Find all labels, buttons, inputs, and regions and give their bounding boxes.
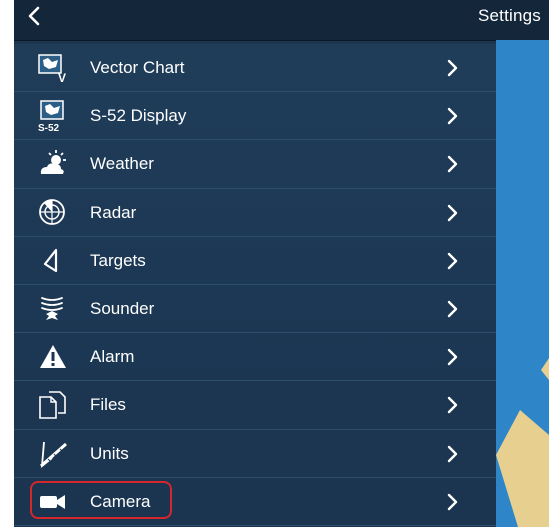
files-icon <box>36 389 70 421</box>
chevron-right-icon <box>447 397 458 414</box>
settings-panel: Settings V Vector Chart S-52 S-52 Displa… <box>14 0 549 527</box>
units-icon <box>36 438 70 470</box>
menu-item-weather[interactable]: Weather <box>14 140 496 189</box>
menu-item-targets[interactable]: Targets <box>14 237 496 285</box>
menu-item-label: Sounder <box>90 298 155 318</box>
page-title: Settings <box>477 6 541 25</box>
chevron-left-icon <box>28 6 40 26</box>
menu-item-label: Units <box>90 443 129 463</box>
menu-item-files[interactable]: Files <box>14 381 496 430</box>
chevron-right-icon <box>447 156 458 173</box>
menu-item-alarm[interactable]: Alarm <box>14 333 496 382</box>
chevron-right-icon <box>447 107 458 125</box>
menu-item-label: Radar <box>90 202 137 222</box>
back-button[interactable] <box>22 2 46 30</box>
menu-item-label: Vector Chart <box>90 58 185 77</box>
weather-icon <box>36 148 70 180</box>
menu-item-label: Camera <box>90 491 151 511</box>
svg-text:V: V <box>58 71 66 84</box>
targets-icon <box>36 245 70 277</box>
menu-item-s52-display[interactable]: S-52 S-52 Display <box>14 92 496 141</box>
sounder-icon <box>36 293 70 325</box>
menu-item-label: Alarm <box>90 347 135 367</box>
chevron-right-icon <box>447 445 458 462</box>
menu-item-radar[interactable]: Radar <box>14 189 496 237</box>
chevron-right-icon <box>447 300 458 318</box>
s52-display-icon: S-52 <box>36 100 70 132</box>
menu-item-label: Weather <box>90 154 154 174</box>
chevron-right-icon <box>447 493 458 510</box>
chevron-right-icon <box>447 59 458 77</box>
vector-chart-icon: V <box>36 52 70 84</box>
menu-item-vector-chart[interactable]: V Vector Chart <box>14 44 496 93</box>
chevron-right-icon <box>447 204 458 221</box>
s52-icon-text: S-52 <box>38 123 60 132</box>
alarm-icon <box>36 341 70 373</box>
chart-map-background <box>496 40 549 527</box>
radar-icon <box>36 197 70 229</box>
menu-item-sounder[interactable]: Sounder <box>14 285 496 334</box>
menu-item-label: Files <box>90 395 126 415</box>
menu-item-label: Targets <box>90 250 146 270</box>
chevron-right-icon <box>447 348 458 366</box>
menu-item-units[interactable]: Units <box>14 430 496 478</box>
chevron-right-icon <box>447 252 458 269</box>
camera-icon <box>36 486 70 518</box>
settings-menu: V Vector Chart S-52 S-52 Display Weather… <box>14 44 496 527</box>
header-bar: Settings <box>14 0 549 41</box>
menu-item-camera[interactable]: Camera <box>14 478 496 526</box>
menu-item-label: S-52 Display <box>90 106 187 126</box>
